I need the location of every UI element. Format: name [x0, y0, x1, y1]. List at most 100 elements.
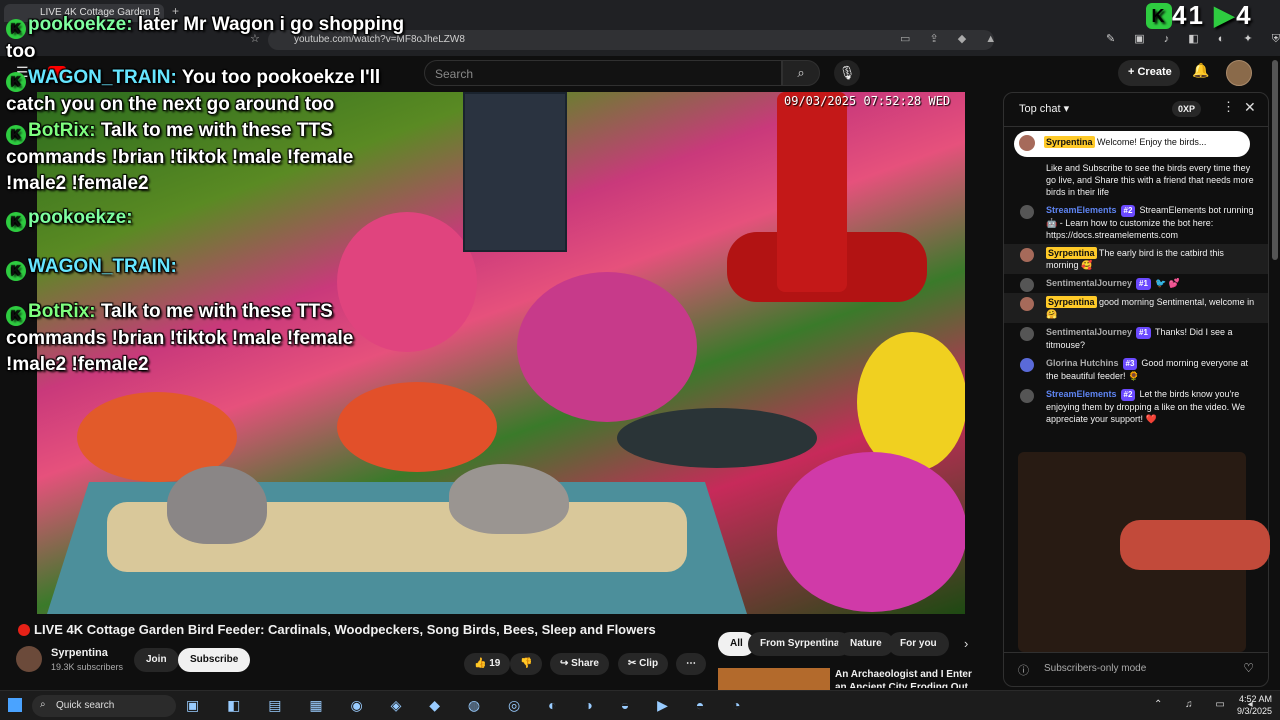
overlay-username: BotRix:: [28, 301, 96, 322]
top-chat-label: Top chat: [1019, 103, 1061, 115]
live-dot-icon: [18, 624, 30, 636]
user-avatar: [1020, 327, 1034, 341]
kick-icon: K: [6, 261, 26, 281]
chat-footer: ⓘ Subscribers-only mode ♡: [1004, 652, 1268, 686]
page-scrollbar[interactable]: [1272, 60, 1278, 260]
extensions-icons[interactable]: ✎ ▣ ♪ ◧ ◐ ✦ ⛨ ⋮: [1106, 32, 1280, 46]
windows-start-icon[interactable]: [8, 698, 22, 712]
kick-icon: K: [6, 19, 26, 39]
message-text: Like and Subscribe to see the birds ever…: [1046, 163, 1254, 197]
chat-message: StreamElements #2 Let the birds know you'r…: [1004, 385, 1268, 428]
overlay-line: K BotRix: Talk to me with these TTS comma…: [6, 299, 406, 378]
pinned-username: Syrpentina: [1044, 136, 1095, 148]
video-timestamp: 09/03/2025 07:52:28 WED: [784, 94, 951, 108]
recommended-title[interactable]: An Archaeologist and I Enter an Ancient …: [835, 668, 975, 688]
user-avatar: [1020, 389, 1034, 403]
chat-username[interactable]: SentimentalJourney: [1046, 278, 1132, 288]
chat-messages: Like and Subscribe to see the birds ever…: [1004, 159, 1268, 428]
seed-feeder: [463, 92, 567, 252]
address-bar-icons[interactable]: ▭ ⇪ ◆ ▲: [900, 32, 1004, 45]
taskbar-search[interactable]: ⌕ Quick search: [32, 695, 176, 717]
chip-for-you[interactable]: For you: [888, 632, 949, 656]
taskbar-clock[interactable]: 4:52 AM 9/3/2025: [1228, 693, 1272, 717]
webcam-scene: [1120, 520, 1270, 570]
thumbs-up-icon: 👍: [474, 658, 487, 669]
search-icon[interactable]: ⌕: [782, 60, 820, 86]
overlay-line: Kpookoekze: later Mr Wagon i go shopping…: [6, 12, 406, 65]
rank-badge: #1: [1136, 327, 1151, 339]
overlay-username: pookoekze:: [28, 207, 133, 228]
chat-username[interactable]: Glorina Hutchins: [1046, 358, 1119, 368]
recommended-thumbnail[interactable]: [718, 668, 830, 692]
share-label: Share: [571, 658, 599, 669]
pinned-message[interactable]: Syrpentina Welcome! Enjoy the birds...: [1014, 131, 1250, 157]
flower-cluster: [337, 382, 497, 472]
clip-button[interactable]: ✂ Clip: [618, 653, 669, 675]
rank-badge: #2: [1120, 389, 1136, 401]
bell-icon[interactable]: 🔔: [1192, 62, 1209, 79]
overlay-username: WAGON_TRAIN:: [28, 67, 177, 88]
chat-message: SentimentalJourney #1 🐦 💕: [1004, 274, 1268, 293]
share-button[interactable]: ↪ Share: [550, 653, 609, 675]
channel-avatar[interactable]: [16, 646, 42, 672]
pinned-avatar: [1019, 135, 1035, 151]
chip-nature[interactable]: Nature: [838, 632, 894, 656]
chat-header: Top chat ▾ 0XP ⋮ ✕: [1004, 93, 1268, 127]
pinned-text: Welcome! Enjoy the birds...: [1097, 137, 1207, 147]
join-button[interactable]: Join: [134, 648, 179, 672]
top-chat-dropdown[interactable]: Top chat ▾: [1019, 102, 1069, 115]
like-button[interactable]: 👍 19: [464, 653, 511, 675]
dove-bird: [167, 466, 267, 544]
dislike-button[interactable]: 👎: [510, 653, 543, 675]
overlay-line: K WAGON_TRAIN:: [6, 254, 406, 281]
rank-badge: #2: [1120, 205, 1136, 217]
account-avatar[interactable]: [1226, 60, 1252, 86]
stream-chat-overlay: Kpookoekze: later Mr Wagon i go shopping…: [6, 12, 406, 378]
chevron-right-icon[interactable]: ›: [964, 636, 968, 651]
points-badge[interactable]: 0XP: [1172, 101, 1202, 117]
windows-taskbar: ⌕ Quick search ▣ ◧ ▤ ▦ ◉ ◈ ◆ ◍ ◎ ◐ ◑ ◒ ▶ …: [0, 690, 1280, 720]
subscriber-count: 19.3K subscribers: [51, 662, 124, 672]
like-count: 19: [489, 658, 501, 669]
info-icon[interactable]: ⓘ: [1018, 662, 1029, 678]
overlay-username: BotRix:: [28, 120, 96, 141]
chat-message: Syrpentina good morning Sentimental, wel…: [1004, 293, 1268, 323]
share-icon: ↪: [560, 658, 569, 669]
chat-username[interactable]: StreamElements: [1046, 205, 1117, 215]
chat-username[interactable]: Syrpentina: [1046, 247, 1097, 259]
play-icon: ▶: [1214, 0, 1237, 30]
water-dish: [617, 408, 817, 468]
overlay-line: K BotRix: Talk to me with these TTS comma…: [6, 118, 406, 197]
create-button[interactable]: + Create: [1118, 60, 1180, 86]
taskbar-search-label: Quick search: [56, 700, 115, 711]
user-avatar: [1020, 297, 1034, 311]
user-avatar: [1020, 248, 1034, 262]
video-title: LIVE 4K Cottage Garden Bird Feeder: Card…: [18, 622, 656, 637]
taskbar-app-icons[interactable]: ▣ ◧ ▤ ▦ ◉ ◈ ◆ ◍ ◎ ◐ ◑ ◒ ▶ ◓ ◔: [186, 697, 753, 714]
close-icon[interactable]: ✕: [1244, 99, 1256, 116]
search-icon: ⌕: [40, 699, 46, 710]
channel-name[interactable]: Syrpentina: [51, 647, 108, 659]
heart-icon[interactable]: ♡: [1243, 661, 1254, 675]
chip-from-channel[interactable]: From Syrpentina: [748, 632, 852, 656]
create-label: Create: [1137, 66, 1172, 78]
thumbs-down-icon: 👎: [520, 658, 533, 669]
search-input[interactable]: Search: [424, 60, 782, 86]
more-options-icon[interactable]: ⋮: [1222, 99, 1235, 115]
kick-icon: K: [6, 72, 26, 92]
kick-icon: K: [6, 306, 26, 326]
clock-date: 9/3/2025: [1236, 706, 1272, 716]
subscribe-button[interactable]: Subscribe: [178, 648, 251, 672]
chat-username[interactable]: SentimentalJourney: [1046, 327, 1132, 337]
overlay-line: K WAGON_TRAIN: You too pookoekze I'll cat…: [6, 65, 406, 118]
more-actions-button[interactable]: ⋯: [676, 653, 706, 675]
counter-left-value: 41: [1172, 0, 1205, 30]
rank-badge: #1: [1136, 278, 1151, 290]
kick-icon: K: [6, 125, 26, 145]
microphone-icon[interactable]: 🎙: [834, 60, 860, 86]
kick-icon: K: [1146, 3, 1172, 29]
overlay-username: WAGON_TRAIN:: [28, 256, 177, 277]
chat-username[interactable]: StreamElements: [1046, 389, 1117, 399]
chat-username[interactable]: Syrpentina: [1046, 296, 1097, 308]
chat-message: Glorina Hutchins #3 Good morning everyone …: [1004, 354, 1268, 385]
